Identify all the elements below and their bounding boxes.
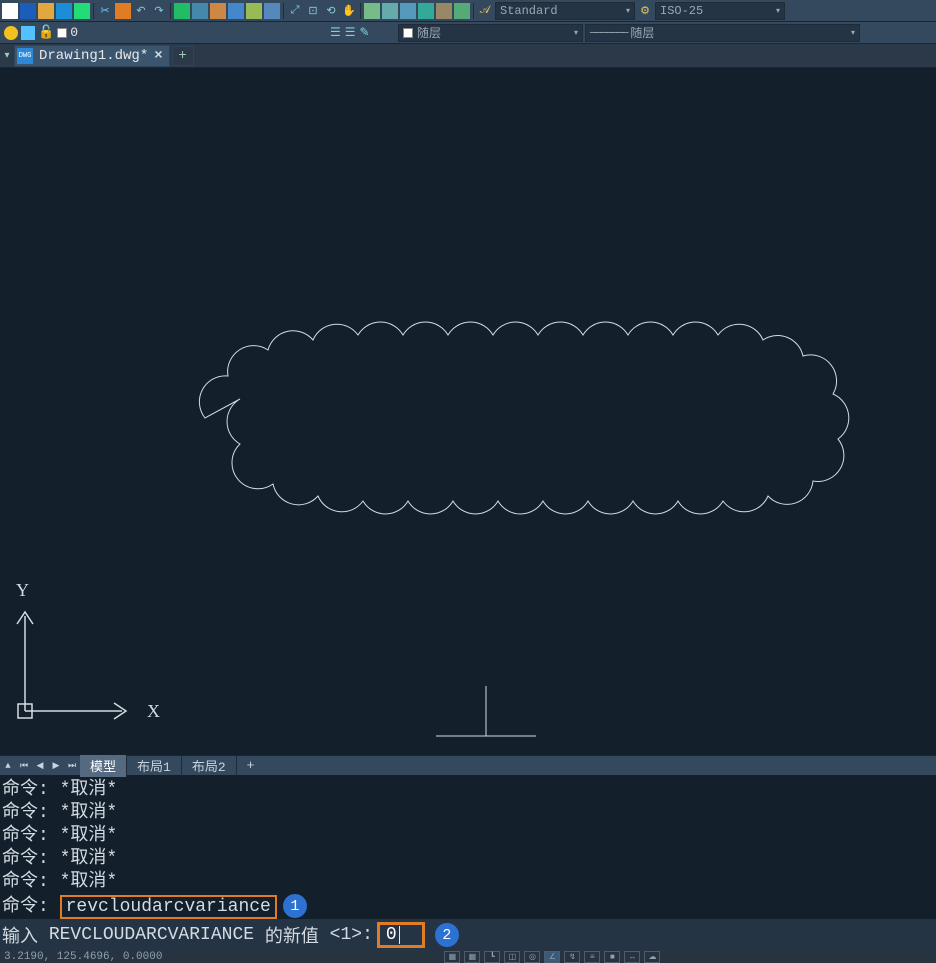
- document-tab-bar: ▾ DWG Drawing1.dwg* × +: [0, 44, 936, 68]
- cmd-history-line: 命令: *取消*: [2, 802, 934, 825]
- color-select[interactable]: 随层 ▾: [398, 24, 583, 42]
- typed-command-highlight: revcloudarcvariance: [60, 895, 277, 919]
- cmd-history-line-command: 命令: revcloudarcvariance1: [2, 894, 934, 919]
- layer-freeze-icon[interactable]: [21, 26, 35, 40]
- tb-icon-open[interactable]: [38, 3, 54, 19]
- layer-tools[interactable]: ☰ ☰ ✎: [326, 24, 386, 42]
- layer-stack2-icon: ☰: [345, 25, 356, 40]
- prompt-prefix: 输入: [2, 922, 38, 948]
- annotation-callout-2: 2: [435, 923, 459, 947]
- drawing-canvas[interactable]: X Y: [0, 68, 936, 755]
- line-sample-icon: ───────: [590, 26, 626, 40]
- tb-icon-generic-4[interactable]: [228, 3, 244, 19]
- color-swatch: [403, 28, 413, 38]
- tb-icon-zoom-prev[interactable]: ⟲: [323, 3, 339, 19]
- axis-x-label: X: [147, 701, 160, 721]
- tb-icon-palette[interactable]: [400, 3, 416, 19]
- tb-icon-new[interactable]: [2, 3, 18, 19]
- tb-icon-undo[interactable]: ↶: [133, 3, 149, 19]
- command-input-value: 0: [386, 925, 397, 945]
- cmd-history-line: 命令: *取消*: [2, 825, 934, 848]
- text-style-select[interactable]: Standard ▾: [495, 2, 635, 20]
- tb-icon-generic-6[interactable]: [264, 3, 280, 19]
- layout-nav-prev[interactable]: ◀: [32, 758, 48, 774]
- axis-y-label: Y: [16, 580, 29, 600]
- command-history-panel: 命令: *取消* 命令: *取消* 命令: *取消* 命令: *取消* 命令: …: [0, 775, 936, 919]
- layout-nav-up[interactable]: ▲: [0, 758, 16, 774]
- prompt-varname: REVCLOUDARCVARIANCE: [49, 925, 254, 945]
- chevron-down-icon: ▾: [851, 28, 855, 38]
- dim-style-value: ISO-25: [660, 4, 703, 18]
- cmd-history-line: 命令: *取消*: [2, 871, 934, 894]
- tb-icon-generic-9[interactable]: [454, 3, 470, 19]
- linetype-select[interactable]: ─────── 随层 ▾: [585, 24, 860, 42]
- layer-lock-icon[interactable]: 🔓: [38, 25, 54, 40]
- tb-icon-zoom-extents[interactable]: ⤢: [287, 3, 303, 19]
- tb-icon-generic-3[interactable]: [210, 3, 226, 19]
- chevron-down-icon: ▾: [626, 6, 630, 16]
- cmd-history-line: 命令: *取消*: [2, 848, 934, 871]
- annotate-icon[interactable]: 𝒜: [477, 3, 493, 19]
- ucs-icon: X Y: [16, 580, 160, 721]
- tb-icon-redo[interactable]: ↷: [151, 3, 167, 19]
- tb-icon-paste[interactable]: [74, 3, 90, 19]
- layer-edit-icon: ✎: [360, 25, 370, 40]
- layout-tab-add[interactable]: +: [237, 756, 265, 775]
- dim-style-select[interactable]: ISO-25 ▾: [655, 2, 785, 20]
- chevron-down-icon: ▾: [776, 6, 780, 16]
- annotation-callout-1: 1: [283, 894, 307, 918]
- plus-icon: +: [178, 48, 186, 64]
- chevron-down-icon: ▾: [574, 28, 578, 38]
- layer-color-swatch: [57, 28, 67, 38]
- close-tab-button[interactable]: ×: [154, 48, 162, 64]
- layer-name: 0: [70, 25, 78, 40]
- command-input[interactable]: 0: [377, 922, 425, 948]
- tb-icon-cut[interactable]: ✂: [97, 3, 113, 19]
- command-prompt[interactable]: 输入 REVCLOUDARCVARIANCE 的新值 <1>: 0 2: [0, 919, 936, 951]
- document-tab-active[interactable]: DWG Drawing1.dwg* ×: [14, 45, 170, 67]
- plus-icon: +: [247, 758, 255, 773]
- tb-icon-copy[interactable]: [56, 3, 72, 19]
- layout-tab-row: ▲ ⏮ ◀ ▶ ⏭ 模型 布局1 布局2 +: [0, 755, 936, 775]
- cmd-history-line: 命令: *取消*: [2, 779, 934, 802]
- toolbar-row-2: 🔓 0 ☰ ☰ ✎ 随层 ▾ ─────── 随层 ▾: [0, 22, 936, 44]
- tb-icon-clipboard[interactable]: [115, 3, 131, 19]
- crosshair-cursor: [436, 686, 536, 736]
- tabbar-menu-icon[interactable]: ▾: [0, 50, 14, 62]
- layout-nav-last[interactable]: ⏭: [64, 758, 80, 774]
- layer-stack-icon: ☰: [330, 25, 341, 40]
- toolbar-row-1: ✂ ↶ ↷ ⤢ ⊡ ⟲ ✋ 𝒜 Standard ▾ ⚙ ISO-25 ▾: [0, 0, 936, 22]
- document-title: Drawing1.dwg*: [39, 48, 148, 64]
- color-select-label: 随层: [417, 24, 441, 41]
- tb-icon-generic-5[interactable]: [246, 3, 262, 19]
- text-cursor: [399, 926, 400, 944]
- layout-nav-next[interactable]: ▶: [48, 758, 64, 774]
- prompt-mid: 的新值: [265, 922, 319, 948]
- tb-icon-generic-1[interactable]: [174, 3, 190, 19]
- dim-settings-icon[interactable]: ⚙: [637, 3, 653, 19]
- tb-icon-generic-7[interactable]: [418, 3, 434, 19]
- layer-on-icon[interactable]: [4, 26, 18, 40]
- tb-icon-generic-2[interactable]: [192, 3, 208, 19]
- tb-icon-props[interactable]: [382, 3, 398, 19]
- layout-tab-model[interactable]: 模型: [80, 754, 127, 777]
- tb-icon-generic-8[interactable]: [436, 3, 452, 19]
- layout-tab-2[interactable]: 布局2: [182, 754, 237, 777]
- tb-icon-save[interactable]: [20, 3, 36, 19]
- revision-cloud-shape: [199, 322, 848, 514]
- new-tab-button[interactable]: +: [172, 46, 194, 66]
- dwg-file-icon: DWG: [17, 48, 33, 64]
- tb-icon-pan[interactable]: ✋: [341, 3, 357, 19]
- linetype-select-label: 随层: [630, 24, 654, 41]
- text-style-value: Standard: [500, 4, 558, 18]
- layout-tab-1[interactable]: 布局1: [127, 754, 182, 777]
- prompt-default: <1>:: [330, 925, 373, 945]
- layer-state-group: 🔓 0: [0, 25, 82, 40]
- layout-nav-first[interactable]: ⏮: [16, 758, 32, 774]
- tb-icon-zoom-window[interactable]: ⊡: [305, 3, 321, 19]
- tb-icon-table[interactable]: [364, 3, 380, 19]
